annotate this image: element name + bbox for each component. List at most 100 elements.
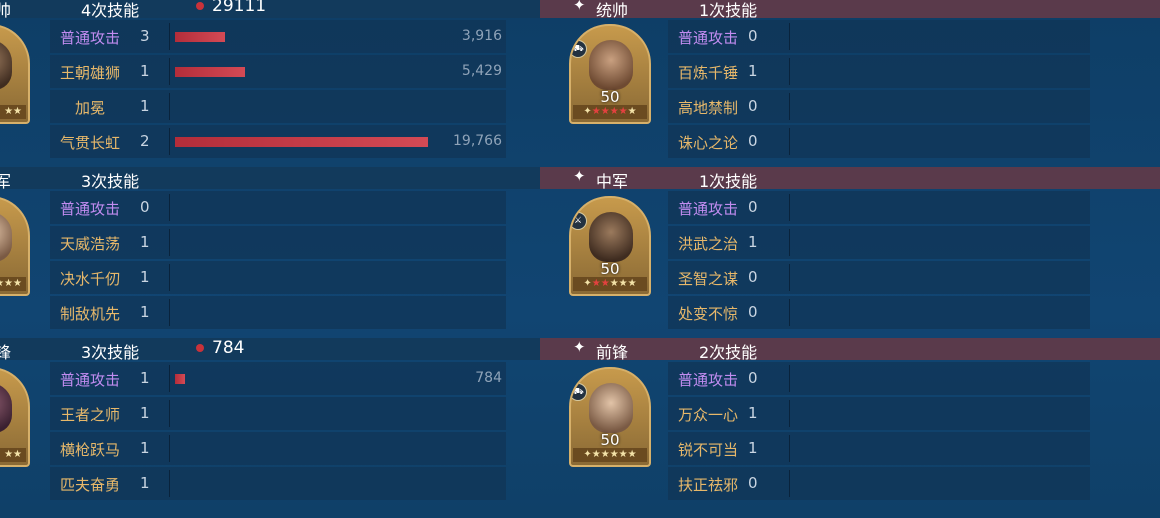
star-rating: ✦★★★★★ — [573, 277, 647, 291]
skill-cast-count: 1 — [140, 439, 150, 457]
skill-count: 1次技能 — [699, 1, 758, 20]
general-portrait[interactable]: ★★ — [0, 367, 30, 467]
general-level: 50 — [600, 260, 620, 278]
general-level: 50 — [600, 88, 620, 106]
damage-dot-icon — [196, 2, 204, 10]
skill-name: 处变不惊 — [678, 305, 739, 323]
skill-name: 普通攻击 — [678, 371, 739, 389]
skill-name: 普通攻击 — [678, 29, 739, 47]
skill-name: 王者之师 — [60, 406, 121, 424]
star-rating: ★★★ — [0, 277, 26, 291]
divider — [169, 400, 170, 427]
general-face — [0, 40, 12, 90]
skill-cast-count: 0 — [140, 198, 150, 216]
skill-count: 3次技能 — [81, 172, 140, 191]
skill-name: 气贯长虹 — [60, 134, 121, 152]
general-face — [0, 383, 12, 433]
general-face — [589, 40, 633, 90]
divider — [169, 299, 170, 326]
skill-name: 制敌机先 — [60, 305, 121, 323]
skill-cast-count: 1 — [140, 62, 150, 80]
skill-cast-count: 1 — [140, 404, 150, 422]
star-icon: ✦ — [573, 0, 586, 14]
general-role: 前锋 — [596, 343, 629, 362]
divider — [169, 194, 170, 221]
general-role: 帅 — [0, 1, 12, 20]
general-header: ✦ 前锋 2次技能 — [540, 338, 1160, 362]
skill-cast-count: 1 — [140, 268, 150, 286]
general-face — [0, 212, 12, 262]
divider — [789, 93, 790, 120]
general-header: 军 3次技能 — [0, 167, 580, 191]
skill-row: 普通攻击 0 — [668, 362, 1090, 395]
general-portrait[interactable]: ★★★ — [0, 196, 30, 296]
skill-row: 扶正祛邪 0 — [668, 467, 1090, 500]
skill-cast-count: 1 — [748, 233, 758, 251]
general-face — [589, 212, 633, 262]
divider — [789, 470, 790, 497]
skill-row: 圣智之谋 0 — [668, 261, 1090, 294]
skill-row: 百炼千锤 1 — [668, 55, 1090, 88]
skill-name: 高地禁制 — [678, 99, 739, 117]
troop-type-icon: ⚔ — [571, 212, 587, 230]
skill-row: 万众一心 1 — [668, 397, 1090, 430]
skill-row: 普通攻击 0 — [668, 191, 1090, 224]
left-team-panel: 帅 4次技能 29111 ★★ 普通攻击 3 3,916 王朝雄狮 1 5,42… — [0, 0, 580, 518]
skill-name: 诛心之论 — [678, 134, 739, 152]
skill-row: 普通攻击 0 — [668, 20, 1090, 53]
skill-row: 气贯长虹 2 19,766 — [50, 125, 506, 158]
star-rating: ✦★★★★★ — [573, 448, 647, 462]
skill-row: 王者之师 1 — [50, 397, 506, 430]
skill-cast-count: 0 — [748, 132, 758, 150]
star-rating: ★★ — [0, 448, 26, 462]
skill-row: 诛心之论 0 — [668, 125, 1090, 158]
skill-cast-count: 3 — [140, 27, 150, 45]
general-face — [589, 383, 633, 433]
skill-row: 加冕 1 — [50, 90, 506, 123]
damage-dot-icon — [196, 344, 204, 352]
skill-count: 4次技能 — [81, 1, 140, 20]
skill-row: 匹夫奋勇 1 — [50, 467, 506, 500]
divider — [789, 58, 790, 85]
skill-name: 百炼千锤 — [678, 64, 739, 82]
skill-damage: 3,916 — [461, 28, 502, 44]
skill-row: 洪武之治 1 — [668, 226, 1090, 259]
general-portrait[interactable]: ★★ — [0, 24, 30, 124]
general-portrait[interactable]: ⛟ 50 ✦★★★★★ — [569, 367, 651, 467]
skill-name: 扶正祛邪 — [678, 476, 739, 494]
skill-name: 圣智之谋 — [678, 270, 739, 288]
star-rating: ★★ — [0, 105, 26, 119]
skill-damage: 19,766 — [453, 133, 502, 149]
skill-row: 横枪跃马 1 — [50, 432, 506, 465]
skill-cast-count: 1 — [748, 439, 758, 457]
star-icon: ✦ — [573, 167, 586, 185]
damage-bar — [175, 374, 185, 384]
skill-name: 横枪跃马 — [60, 441, 121, 459]
skill-name: 匹夫奋勇 — [60, 476, 121, 494]
skill-cast-count: 1 — [140, 303, 150, 321]
skill-cast-count: 1 — [140, 369, 150, 387]
skill-name: 加冕 — [75, 99, 106, 117]
skill-name: 普通攻击 — [678, 200, 739, 218]
general-portrait[interactable]: ⛟ 50 ✦★★★★★ — [569, 24, 651, 124]
skill-row: 普通攻击 0 — [50, 191, 506, 224]
skill-name: 王朝雄狮 — [60, 64, 121, 82]
damage-bar — [175, 137, 428, 147]
general-header: 锋 3次技能 784 — [0, 338, 580, 362]
skill-count: 3次技能 — [81, 343, 140, 362]
divider — [169, 93, 170, 120]
divider — [169, 128, 170, 155]
divider — [789, 194, 790, 221]
damage-total: 29111 — [212, 0, 267, 16]
divider — [789, 23, 790, 50]
skill-count: 1次技能 — [699, 172, 758, 191]
skill-cast-count: 1 — [748, 404, 758, 422]
damage-bar — [175, 32, 225, 42]
skill-cast-count: 0 — [748, 369, 758, 387]
skill-name: 天威浩荡 — [60, 235, 121, 253]
divider — [789, 365, 790, 392]
damage-bar — [175, 67, 245, 77]
general-portrait[interactable]: ⚔ 50 ✦★★★★★ — [569, 196, 651, 296]
skill-damage: 5,429 — [461, 63, 502, 79]
skill-count: 2次技能 — [699, 343, 758, 362]
